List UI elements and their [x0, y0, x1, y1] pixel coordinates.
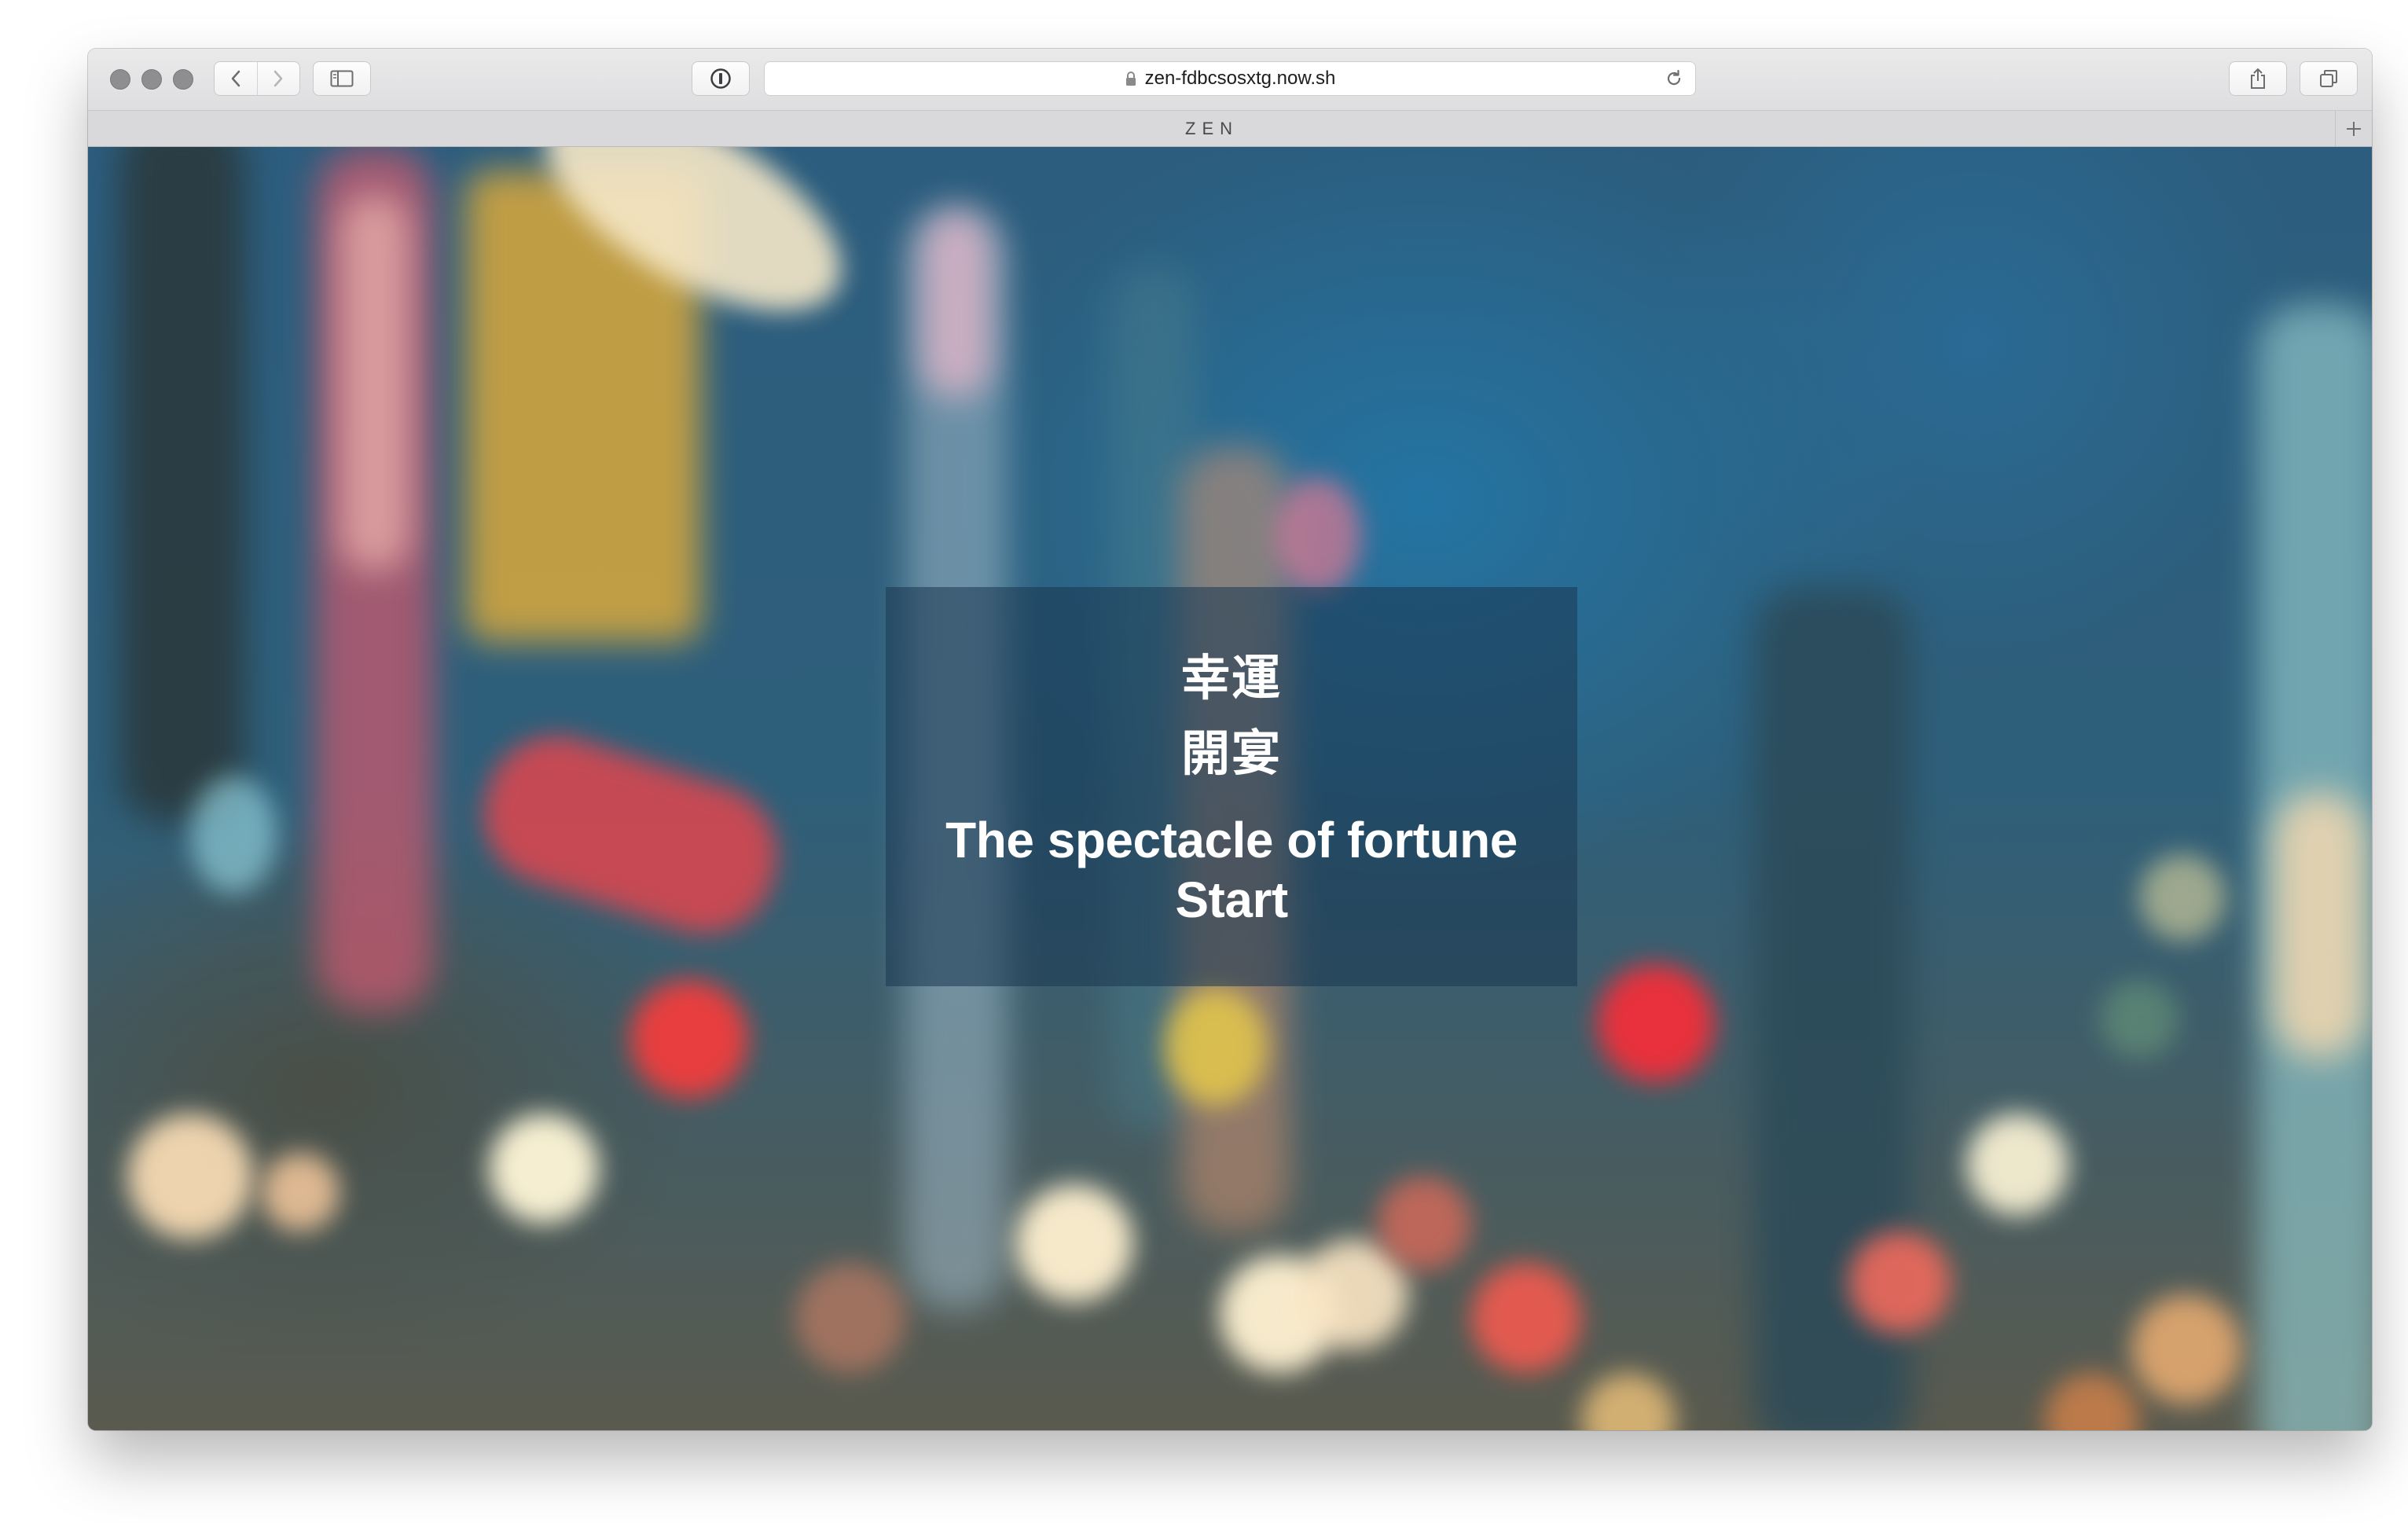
address-bar[interactable]: zen-fdbcsosxtg.now.sh	[764, 61, 1696, 96]
tab-bar: ZEN	[88, 111, 2372, 147]
chevron-right-icon	[274, 70, 283, 87]
lock-icon	[1125, 72, 1136, 86]
browser-toolbar: zen-fdbcsosxtg.now.sh	[88, 49, 2372, 111]
intro-card: 幸運 開宴 The spectacle of fortune Start	[886, 587, 1577, 986]
start-link[interactable]: Start	[1175, 870, 1288, 930]
password-manager-button[interactable]	[692, 61, 750, 96]
forward-button[interactable]	[256, 62, 300, 95]
title-line-1: 幸運	[1180, 649, 1282, 706]
tabs-overview-icon	[2320, 70, 2337, 87]
reload-icon	[1667, 69, 1681, 86]
plus-icon	[2347, 121, 2361, 136]
sidebar-button[interactable]	[313, 61, 371, 96]
navigation-buttons	[214, 61, 300, 96]
page-content: 幸運 開宴 The spectacle of fortune Start	[88, 147, 2372, 1430]
sidebar-icon	[330, 70, 354, 87]
tab-overview-button[interactable]	[2300, 61, 2358, 96]
browser-window: zen-fdbcsosxtg.now.sh ZEN 幸運 開宴 The spec…	[88, 49, 2372, 1430]
password-manager-icon	[710, 68, 731, 89]
minimize-window-button[interactable]	[141, 69, 162, 90]
new-tab-button[interactable]	[2335, 111, 2372, 146]
tab-zen[interactable]: ZEN	[88, 111, 2336, 147]
title-line-2: 開宴	[1180, 725, 1282, 782]
chevron-left-icon	[231, 70, 240, 87]
share-button[interactable]	[2229, 61, 2287, 96]
headline-text: The spectacle of fortune	[945, 812, 1518, 868]
share-icon	[2251, 68, 2265, 89]
zoom-window-button[interactable]	[173, 69, 193, 90]
close-window-button[interactable]	[110, 69, 130, 90]
back-button[interactable]	[215, 62, 257, 95]
reload-button[interactable]	[1664, 68, 1684, 93]
url-text: zen-fdbcsosxtg.now.sh	[1144, 68, 1336, 89]
